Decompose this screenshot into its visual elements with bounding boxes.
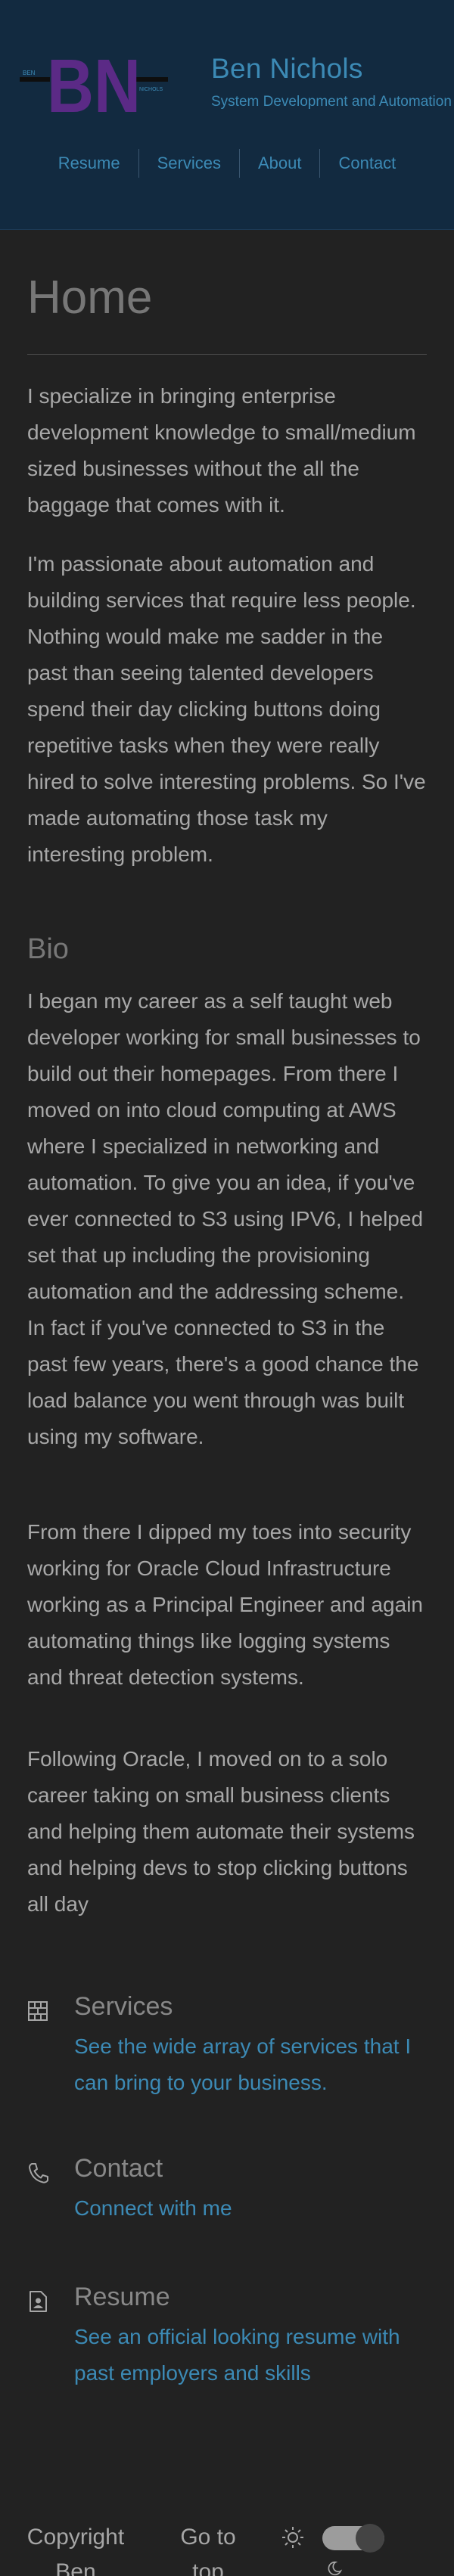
site-title[interactable]: Ben Nichols xyxy=(211,53,363,85)
copyright-text: Copyright Ben xyxy=(26,2525,125,2576)
intro-paragraph: I'm passionate about automation and buil… xyxy=(27,552,426,866)
theme-toggle[interactable] xyxy=(322,2524,384,2553)
nav-item-services[interactable]: Services xyxy=(139,149,240,178)
nav-item-about[interactable]: About xyxy=(240,149,321,178)
logo-text: BN xyxy=(47,48,141,116)
bio-paragraph: Following Oracle, I moved on to a solo c… xyxy=(27,1747,415,1916)
feature-heading: Resume xyxy=(74,2283,170,2311)
nav-item-contact[interactable]: Contact xyxy=(320,149,414,178)
feature-heading: Services xyxy=(74,1992,173,2021)
resume-icon xyxy=(30,2291,47,2312)
svg-text:BEN: BEN xyxy=(23,70,36,76)
bio-heading: Bio xyxy=(27,933,69,965)
sun-icon xyxy=(282,2527,303,2548)
resume-link[interactable]: See an official looking resume with past… xyxy=(74,2319,430,2391)
nav-item-resume[interactable]: Resume xyxy=(40,149,139,178)
page-title: Home xyxy=(27,272,153,324)
title-divider xyxy=(27,354,427,355)
contact-link[interactable]: Connect with me xyxy=(74,2190,430,2227)
phone-icon xyxy=(29,2163,48,2183)
bio-paragraph: From there I dipped my toes into securit… xyxy=(27,1520,423,1689)
site-logo[interactable]: BEN NICHOLS BN xyxy=(20,48,168,116)
site-header: BEN NICHOLS BN Ben Nichols System Develo… xyxy=(0,0,454,230)
toggle-knob xyxy=(356,2524,384,2553)
bio-paragraph: I began my career as a self taught web d… xyxy=(27,989,424,1448)
feature-heading: Contact xyxy=(74,2154,163,2183)
site-subtitle: System Development and Automation xyxy=(211,94,452,110)
services-icon xyxy=(28,2001,48,2021)
intro-paragraph: I specialize in bringing enterprise deve… xyxy=(27,384,416,517)
moon-icon xyxy=(328,2561,343,2576)
svg-text:NICHOLS: NICHOLS xyxy=(139,87,163,92)
main-nav: Resume Services About Contact xyxy=(0,148,454,178)
go-to-top-link[interactable]: Go to top xyxy=(168,2520,248,2576)
services-link[interactable]: See the wide array of services that I ca… xyxy=(74,2028,430,2101)
